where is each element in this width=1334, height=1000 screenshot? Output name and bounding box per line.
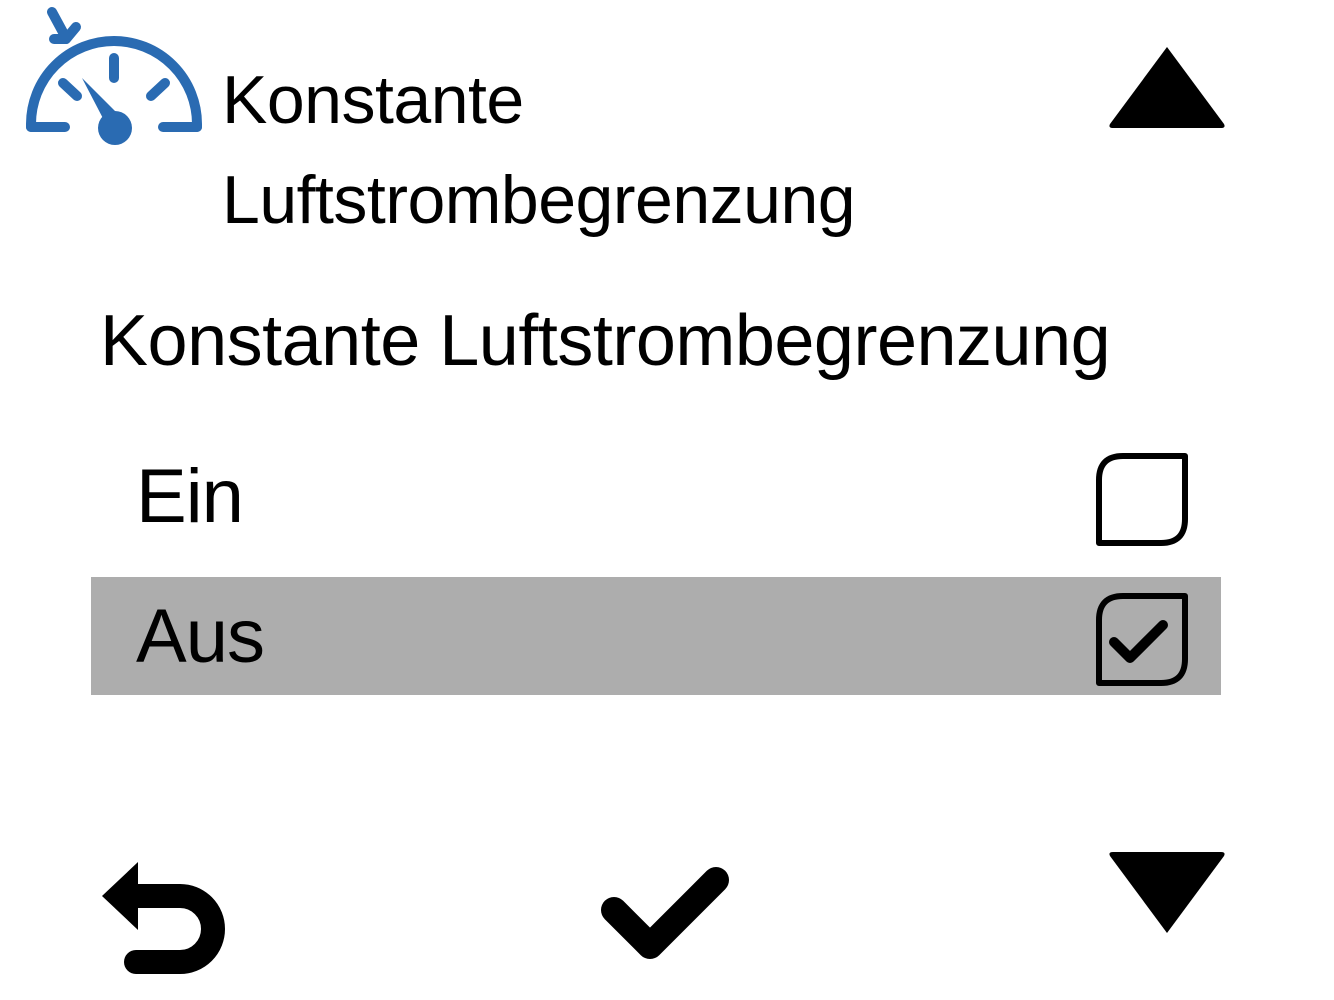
checkmark-icon[interactable]	[598, 862, 732, 964]
speedometer-limit-icon	[26, 7, 202, 145]
option-ein[interactable]: Ein	[91, 437, 1221, 555]
option-label: Ein	[136, 454, 244, 539]
checkbox-checked-icon[interactable]	[1092, 586, 1192, 686]
setting-title: Konstante Luftstrombegrenzung	[100, 301, 1111, 381]
option-label: Aus	[136, 594, 265, 679]
option-aus[interactable]: Aus	[91, 577, 1221, 695]
back-arrow-icon[interactable]	[98, 858, 240, 974]
screen-title: Konstante Luftstrombegrenzung	[222, 62, 856, 238]
triangle-down-icon[interactable]	[1106, 848, 1228, 936]
triangle-up-icon[interactable]	[1106, 44, 1228, 132]
checkbox-unchecked-icon[interactable]	[1092, 446, 1192, 546]
